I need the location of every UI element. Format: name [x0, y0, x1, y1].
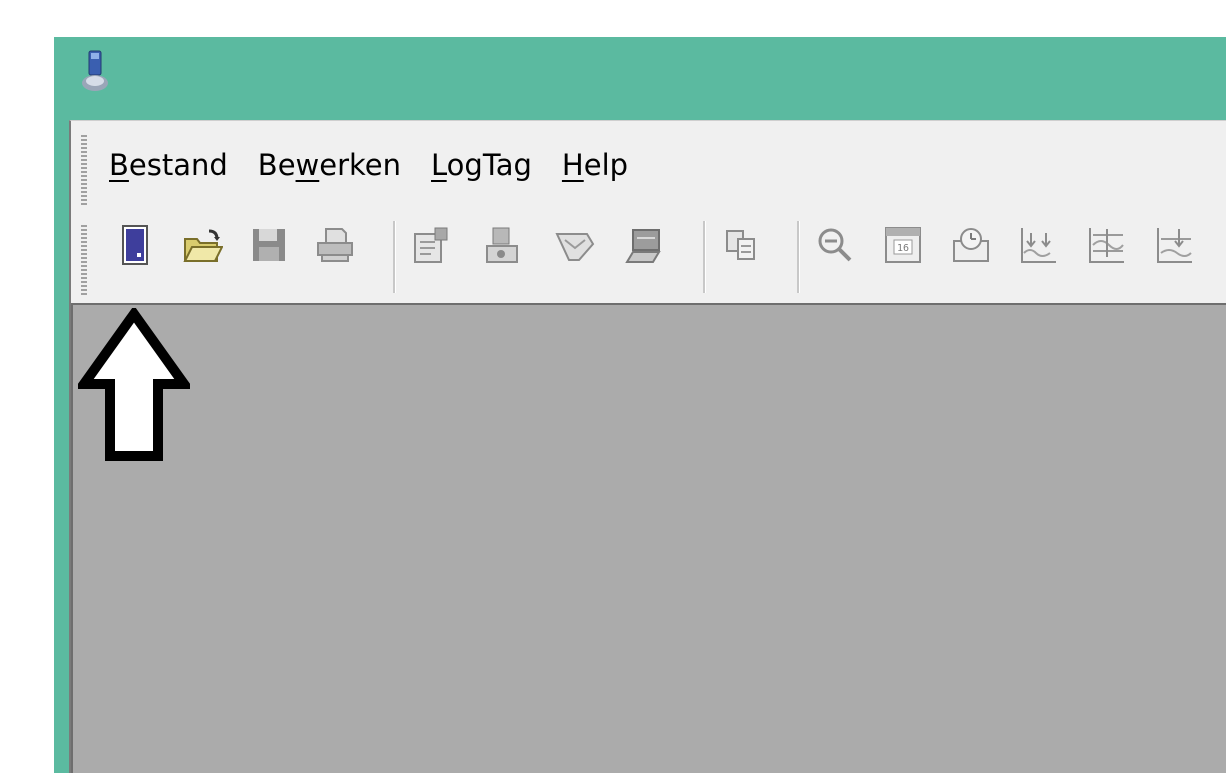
chart-markers-icon: [1021, 228, 1056, 263]
menu-help[interactable]: Help: [562, 145, 628, 185]
toolbar-separator: [703, 221, 706, 293]
logger-settings-button[interactable]: [481, 223, 525, 267]
configure-icon: [414, 227, 448, 263]
clock-button[interactable]: [949, 223, 993, 267]
chart-limits-2-button[interactable]: [1153, 223, 1197, 267]
menubar: Bestand Bewerken LogTag Help: [109, 145, 628, 185]
configure-button[interactable]: [409, 223, 453, 267]
logger-settings-icon: [486, 227, 518, 263]
open-folder-icon: [183, 229, 223, 262]
tag-button[interactable]: [553, 223, 597, 267]
chart-limits-icon: [1089, 228, 1124, 263]
download-logger-icon: [122, 225, 148, 265]
app-window: Bestand Bewerken LogTag Help 16: [54, 37, 1226, 773]
mdi-workspace[interactable]: [71, 303, 1226, 773]
menu-bestand[interactable]: Bestand: [109, 145, 228, 185]
toolbar: 16: [107, 217, 1226, 293]
copy-button[interactable]: [719, 223, 763, 267]
toolbar-separator: [393, 221, 396, 293]
save-button[interactable]: [247, 223, 291, 267]
chart-limits-button[interactable]: [1085, 223, 1129, 267]
tag-icon: [555, 233, 595, 261]
menubar-grip[interactable]: [81, 135, 87, 207]
chart-limits-2-icon: [1157, 228, 1192, 263]
toolbar-grip[interactable]: [81, 225, 87, 295]
annotation-arrow-up-icon: [78, 308, 190, 461]
app-logo-icon[interactable]: [78, 49, 112, 93]
calendar-icon: 16: [885, 227, 921, 263]
menu-logtag[interactable]: LogTag: [431, 145, 532, 185]
zoom-out-button[interactable]: [813, 223, 857, 267]
calendar-button[interactable]: 16: [881, 223, 925, 267]
print-button[interactable]: [313, 223, 357, 267]
copy-icon: [726, 230, 755, 260]
main-client-area: Bestand Bewerken LogTag Help 16: [69, 120, 1226, 773]
print-icon: [317, 228, 353, 262]
zoom-out-icon: [818, 228, 852, 262]
download-logger-button[interactable]: [113, 223, 157, 267]
open-button[interactable]: [181, 223, 225, 267]
calendar-day-number: 16: [897, 243, 909, 254]
menu-bewerken[interactable]: Bewerken: [258, 145, 401, 185]
network-button[interactable]: [623, 223, 667, 267]
save-icon: [253, 229, 285, 261]
network-icon: [625, 229, 661, 263]
toolbar-separator: [797, 221, 800, 293]
clock-icon: [953, 228, 989, 262]
chart-markers-button[interactable]: [1017, 223, 1061, 267]
